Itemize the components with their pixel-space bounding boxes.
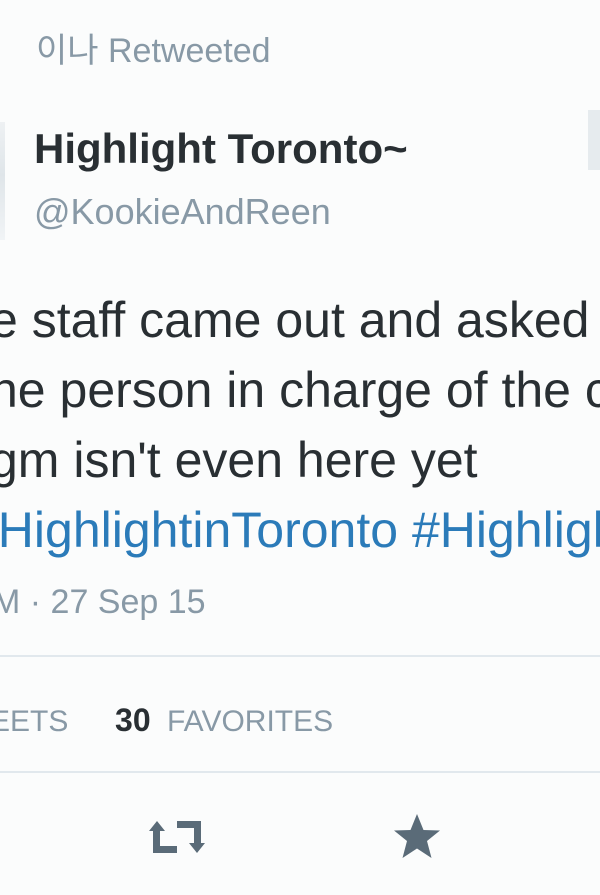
user-handle[interactable]: @KookieAndReen <box>34 188 331 236</box>
divider <box>0 655 600 657</box>
tweet-text: e staff came out and asked he person in … <box>0 285 600 565</box>
display-name[interactable]: Highlight Toronto~ <box>34 122 408 176</box>
avatar-edge[interactable] <box>0 122 5 240</box>
hashtag-line: #HighlightinToronto #Highlight2 <box>0 495 600 565</box>
tweet-stats: EETS 30 FAVORITES <box>0 698 333 742</box>
tweet-text-line: e staff came out and asked <box>0 292 590 348</box>
favorites-label[interactable]: FAVORITES <box>167 705 333 738</box>
tweet-text-line: he person in charge of the c <box>0 362 600 418</box>
divider <box>0 771 600 773</box>
tweet-timestamp[interactable]: M · 27 Sep 15 <box>0 580 206 624</box>
hashtag-link[interactable]: #HighlightinToronto <box>0 502 398 558</box>
tweet-text-line: gm isn't even here yet <box>0 432 478 488</box>
star-icon <box>391 812 443 862</box>
favorites-count[interactable]: 30 <box>115 702 151 738</box>
retweet-icon <box>146 817 208 857</box>
favorite-button[interactable] <box>392 812 442 862</box>
follow-button-edge[interactable] <box>588 110 600 170</box>
retweet-button[interactable] <box>149 812 205 862</box>
retweet-context[interactable]: 이나 Retweeted <box>36 29 271 73</box>
retweets-label[interactable]: EETS <box>0 705 68 738</box>
hashtag-link[interactable]: #Highlight2 <box>412 502 600 558</box>
